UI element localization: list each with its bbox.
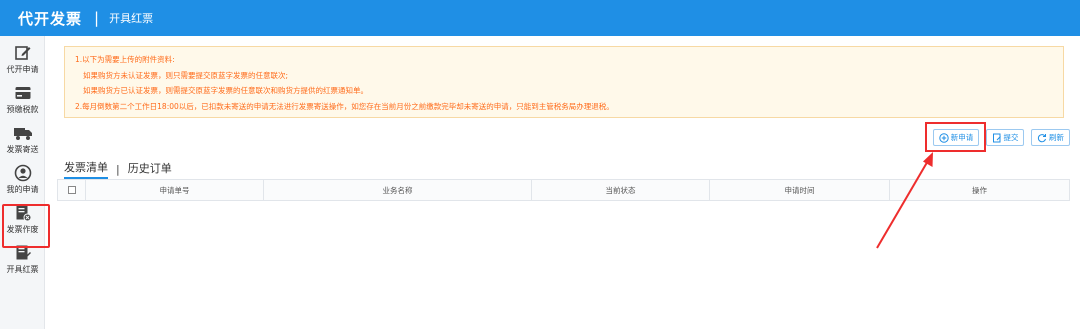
tab-separator: | (116, 162, 120, 176)
submit-button[interactable]: 提交 (986, 129, 1024, 146)
table-header: 申请单号 业务名称 当前状态 申请时间 操作 (57, 179, 1070, 201)
title-separator: | (94, 9, 100, 27)
sidebar-item-apply[interactable]: 代开申请 (0, 44, 45, 75)
refresh-label: 刷新 (1049, 133, 1064, 142)
notice-line: 1.以下为需要上传的附件资料: (75, 55, 175, 64)
refresh-button[interactable]: 刷新 (1031, 129, 1070, 146)
sidebar-item-label: 我的申请 (6, 185, 39, 194)
user-icon (14, 164, 31, 182)
tab-history-orders[interactable]: 历史订单 (128, 160, 172, 178)
app-title: 代开发票 (18, 9, 83, 28)
notice-line: 如果购货方已认证发票，则需提交原蓝字发票的任意联次和购货方提供的红票通知单。 (83, 86, 368, 95)
document-icon (992, 133, 1001, 142)
sidebar-item-label: 预缴税款 (6, 105, 39, 114)
tab-bar: 发票清单 | 历史订单 (64, 159, 172, 179)
top-bar: 代开发票 | 开具红票 (0, 0, 1080, 36)
active-item-highlight (2, 204, 50, 248)
notice-line: 2.每月倒数第二个工作日18:00以后，已扣款未寄送的申请无法进行发票寄送操作，… (75, 101, 614, 111)
submit-label: 提交 (1003, 133, 1019, 142)
column-header: 业务名称 (264, 180, 532, 200)
notice-line: 如果购货方未认证发票，则只需要提交原蓝字发票的任意联次; (83, 70, 289, 80)
sidebar-item-my-apply[interactable]: 我的申请 (0, 164, 45, 195)
column-header: 操作 (972, 185, 987, 195)
sidebar: 代开申请 预缴税款 发票寄送 我的申请 发票作废 开具红票 (0, 36, 45, 329)
select-all-cell (58, 180, 86, 200)
sidebar-item-label: 代开申请 (6, 65, 39, 74)
column-header: 当前状态 (532, 180, 710, 200)
tab-invoice-list[interactable]: 发票清单 (64, 159, 108, 179)
new-apply-highlight (925, 122, 986, 152)
refresh-icon (1037, 133, 1046, 142)
sidebar-item-prepay[interactable]: 预缴税款 (0, 84, 45, 115)
sidebar-item-label: 发票寄送 (6, 145, 39, 154)
column-header: 申请单号 (86, 180, 264, 200)
card-icon (15, 87, 30, 99)
edit-icon (14, 46, 30, 60)
sidebar-item-delivery[interactable]: 发票寄送 (0, 124, 45, 155)
sidebar-item-label: 开具红票 (6, 265, 39, 274)
select-all-checkbox[interactable] (67, 186, 76, 194)
notice-box: 1.以下为需要上传的附件资料: 如果购货方未认证发票，则只需要提交原蓝字发票的任… (64, 46, 1064, 118)
sidebar-item-red-invoice[interactable]: 开具红票 (0, 244, 45, 275)
page-subtitle: 开具红票 (109, 12, 154, 25)
truck-icon (13, 128, 32, 140)
column-header: 申请时间 (710, 180, 890, 200)
